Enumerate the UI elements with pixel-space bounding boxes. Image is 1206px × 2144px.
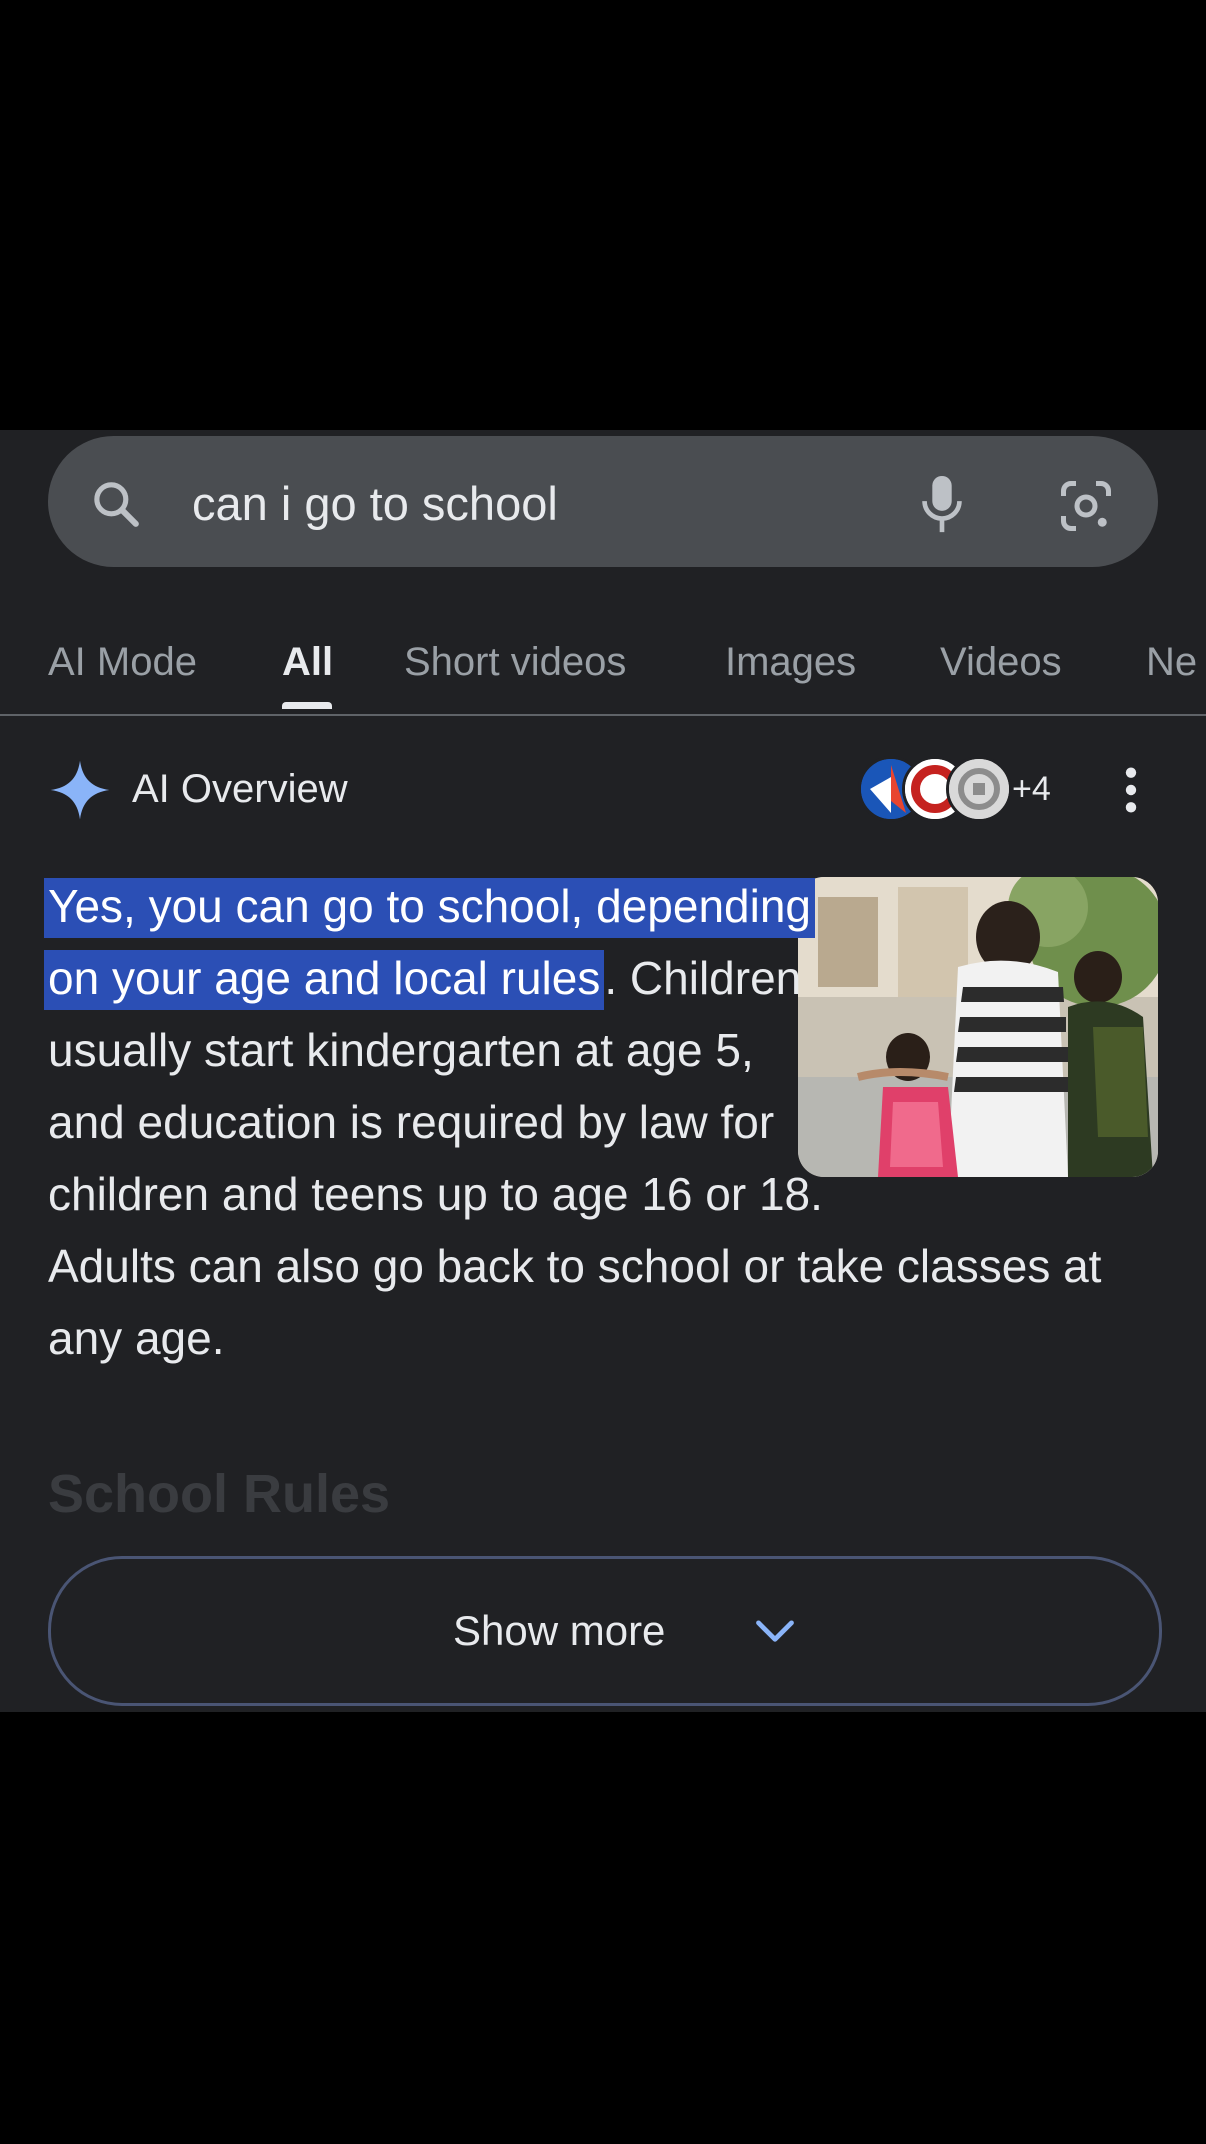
gemini-spark-icon — [50, 760, 110, 820]
ai-overview-title: AI Overview — [132, 767, 348, 811]
more-vert-icon[interactable] — [1118, 764, 1144, 816]
source-count[interactable]: +4 — [1012, 768, 1051, 810]
search-results-panel: AI Mode All Short videos Images Videos N… — [0, 430, 1206, 1712]
section-heading-faded: School Rules — [48, 1464, 391, 1524]
show-more-button[interactable]: Show more — [48, 1556, 1162, 1706]
source-favicon[interactable] — [946, 756, 1012, 822]
image-spacer — [828, 870, 1168, 1230]
lens-icon[interactable] — [1056, 476, 1116, 536]
search-icon[interactable] — [88, 476, 144, 532]
tab-ai-mode[interactable]: AI Mode — [48, 638, 197, 686]
show-more-label: Show more — [453, 1607, 666, 1654]
mic-icon[interactable] — [918, 474, 966, 536]
tab-videos[interactable]: Videos — [940, 638, 1062, 686]
ai-overview-answer: Yes, you can go to school, depending on … — [44, 870, 1168, 1374]
tab-all[interactable]: All — [282, 638, 333, 686]
search-input[interactable] — [192, 476, 872, 532]
ai-overview-header: AI Overview +4 — [0, 750, 1206, 830]
source-favicons[interactable] — [858, 756, 1012, 822]
search-tabs: AI Mode All Short videos Images Videos N… — [0, 610, 1206, 716]
tab-news[interactable]: Ne — [1146, 638, 1197, 686]
tab-images[interactable]: Images — [725, 638, 856, 686]
active-tab-indicator — [282, 702, 332, 709]
tab-short-videos[interactable]: Short videos — [404, 638, 626, 686]
search-bar[interactable] — [48, 436, 1158, 567]
chevron-down-icon — [756, 1620, 794, 1642]
